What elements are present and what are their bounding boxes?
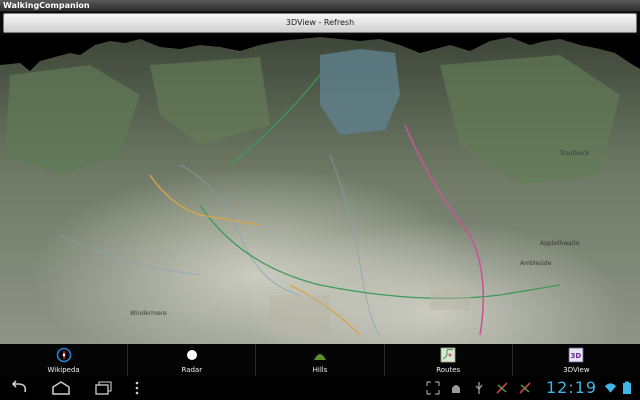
tab-label: Routes (436, 366, 461, 374)
place-label: Windermere (130, 310, 167, 317)
town-area (270, 295, 330, 335)
tab-label: Radar (181, 366, 203, 374)
map-routes-icon (440, 347, 456, 363)
refresh-3dview-button[interactable]: 3DView - Refresh (3, 13, 637, 33)
tab-3dview[interactable]: 3D 3DView (513, 344, 640, 376)
tab-label: 3DView (563, 366, 590, 374)
recent-apps-icon[interactable] (92, 380, 114, 396)
compass-icon (56, 347, 71, 363)
tab-hills[interactable]: Hills (256, 344, 385, 376)
back-icon[interactable] (8, 380, 30, 396)
battery-icon (623, 381, 631, 394)
menu-icon[interactable] (130, 380, 144, 396)
place-label: Ambleside (520, 260, 552, 267)
hill-icon (314, 354, 326, 360)
bottom-toolbar: Wikipeda Radar Hills Routes 3D 3DView (0, 344, 640, 376)
svg-text:3D: 3D (571, 352, 582, 360)
location-off-icon (496, 382, 508, 394)
home-icon[interactable] (50, 380, 72, 396)
usb-icon (475, 382, 483, 394)
system-navigation-bar: 12:19 (0, 376, 640, 400)
town-area (430, 290, 470, 310)
tab-radar[interactable]: Radar (128, 344, 257, 376)
wifi-icon (604, 383, 617, 393)
place-label: Applethwaite (540, 240, 580, 247)
refresh-bar: 3DView - Refresh (0, 12, 640, 35)
tab-label: Wikipeda (47, 366, 80, 374)
tab-wikipeda[interactable]: Wikipeda (0, 344, 129, 376)
3d-view-icon: 3D (569, 347, 584, 363)
place-label: Troutbeck (559, 150, 590, 157)
clock: 12:19 (546, 378, 598, 397)
3d-terrain-map[interactable]: Ambleside Applethwaite Windermere Troutb… (0, 35, 640, 344)
tab-label: Hills (312, 366, 328, 374)
tab-routes[interactable]: Routes (385, 344, 513, 376)
screenshot-icon (426, 381, 440, 395)
app-title: WalkingCompanion (3, 1, 90, 10)
window-title-bar: WalkingCompanion (0, 0, 640, 12)
radar-dot-icon (186, 350, 197, 360)
android-debug-icon (452, 385, 460, 393)
location-off-icon (519, 382, 531, 394)
3d-map-view[interactable]: Ambleside Applethwaite Windermere Troutb… (0, 35, 640, 344)
